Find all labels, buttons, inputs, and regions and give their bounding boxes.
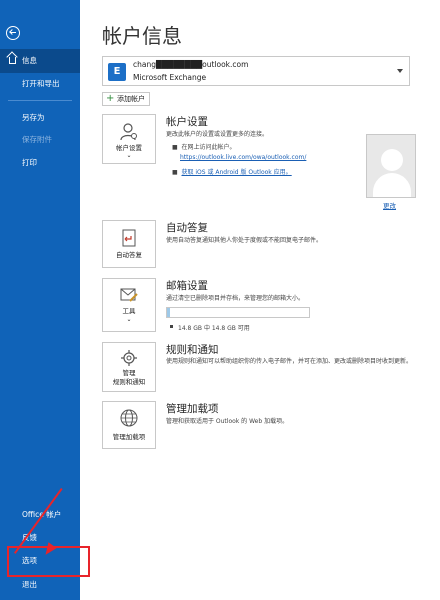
outlook-web-link[interactable]: https://outlook.live.com/owa/outlook.com…: [180, 154, 306, 161]
nav-open-export-label: 打开和导出: [22, 79, 60, 88]
addins-tile[interactable]: 管理加载项: [102, 401, 156, 449]
mailbox-quota-fill: [167, 308, 170, 317]
chevron-down-icon: ⌄: [126, 316, 132, 323]
page-title: 帐户信息: [102, 24, 182, 48]
account-settings-title: 帐户设置: [166, 116, 208, 128]
account-email: chang████████outlook.com: [133, 60, 249, 69]
tools-tile-label: 工具: [122, 307, 136, 315]
auto-reply-tile[interactable]: 自动答复: [102, 220, 156, 268]
nav-save-attachments[interactable]: 保存附件: [0, 128, 80, 152]
avatar-head: [381, 149, 403, 171]
mobile-app-link[interactable]: 获取 iOS 或 Android 版 Outlook 应用。: [181, 169, 291, 176]
mailbox-quota-text: 14.8 GB 中 14.8 GB 可用: [178, 325, 250, 332]
rules-tile[interactable]: 管理 规则和通知: [102, 342, 156, 392]
add-account-button[interactable]: + 添加帐户: [102, 92, 150, 106]
auto-reply-tile-label: 自动答复: [116, 251, 142, 259]
auto-reply-title: 自动答复: [166, 222, 208, 234]
chevron-down-icon: ⌄: [126, 152, 132, 159]
account-settings-icon: [120, 123, 137, 141]
add-account-label: 添加帐户: [117, 95, 145, 103]
nav-info[interactable]: 信息: [0, 49, 80, 73]
mailbox-title: 邮箱设置: [166, 280, 208, 292]
account-settings-tile-label: 帐户设置: [116, 144, 142, 152]
nav-open-export[interactable]: 打开和导出: [0, 72, 80, 96]
rules-tile-label-2: 规则和通知: [112, 378, 146, 386]
rules-desc: 使用规则和通知可以帮助组织你的传入电子邮件，并可在添加、更改或删除项目时收到更新…: [166, 358, 413, 365]
profile-photo: [366, 134, 416, 198]
exchange-icon: E: [108, 63, 126, 81]
auto-reply-icon: [122, 229, 136, 247]
change-photo-link[interactable]: 更改: [383, 200, 396, 210]
addins-desc: 管理和获取适用于 Outlook 的 Web 加载项。: [166, 418, 289, 425]
account-settings-bullet-2: ■ 获取 iOS 或 Android 版 Outlook 应用。: [172, 169, 292, 176]
auto-reply-desc: 使用自动答复通知其他人你处于度假或不能回复电子邮件。: [166, 237, 323, 244]
nav-save-as-label: 另存为: [22, 113, 45, 122]
nav-divider: [8, 100, 72, 101]
nav-print-label: 打印: [22, 158, 37, 167]
account-info-panel: 帐户信息 E chang████████outlook.com Microsof…: [80, 0, 440, 600]
nav-exit-label: 退出: [22, 580, 37, 589]
mailbox-desc: 通过清空已删除项目并存档，来管理您的邮箱大小。: [166, 295, 305, 302]
backstage-sidebar: 信息 打开和导出 另存为 保存附件 打印 Office 帐户 反馈 选项 退出: [0, 0, 80, 600]
globe-icon: [120, 409, 138, 427]
nav-save-attachments-label: 保存附件: [22, 135, 52, 144]
tools-icon: [120, 288, 138, 302]
tools-tile[interactable]: 工具 ⌄: [102, 278, 156, 332]
account-settings-tile[interactable]: 帐户设置 ⌄: [102, 114, 156, 164]
rules-icon: [121, 350, 137, 366]
rules-tile-label-1: 管理: [122, 369, 136, 377]
chevron-down-icon: [397, 69, 403, 73]
home-icon: [9, 57, 16, 64]
nav-print[interactable]: 打印: [0, 151, 80, 175]
avatar-body: [373, 173, 411, 197]
rules-title: 规则和通知: [166, 344, 219, 356]
addins-tile-label: 管理加载项: [112, 433, 146, 441]
addins-title: 管理加载项: [166, 403, 219, 415]
quota-bullet: [170, 325, 173, 328]
account-type: Microsoft Exchange: [133, 73, 207, 82]
nav-info-label: 信息: [22, 56, 37, 65]
mailbox-quota-bar: [166, 307, 310, 318]
options-highlight-box: [7, 546, 90, 577]
nav-save-as[interactable]: 另存为: [0, 106, 80, 130]
plus-icon: +: [106, 93, 115, 104]
account-settings-bullet-1: ■ 在网上访问此帐户。: [172, 144, 236, 151]
bullet-1-text: 在网上访问此帐户。: [181, 144, 236, 151]
back-arrow-icon[interactable]: [6, 26, 20, 40]
account-selector[interactable]: E chang████████outlook.com Microsoft Exc…: [102, 56, 410, 86]
